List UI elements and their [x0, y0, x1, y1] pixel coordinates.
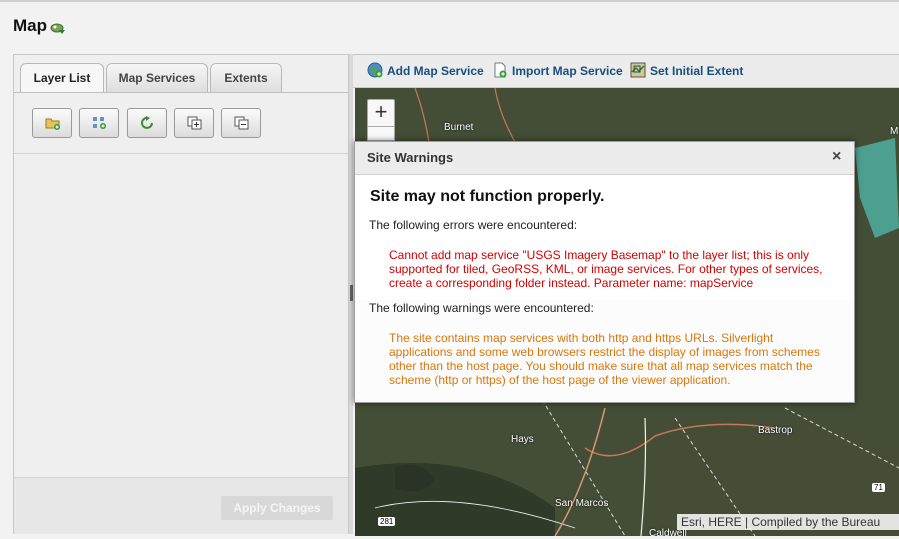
apply-changes-button[interactable]: Apply Changes	[221, 496, 333, 520]
add-folder-button[interactable]	[32, 108, 72, 138]
error-message: Cannot add map service "USGS Imagery Bas…	[389, 248, 823, 290]
dialog-header: Site Warnings ×	[355, 142, 854, 175]
map-label-hays: Hays	[511, 434, 534, 445]
layer-panel: Layer List Map Services Extents Apply Ch…	[13, 54, 349, 534]
map-label-m: M	[890, 126, 899, 137]
refresh-button[interactable]	[127, 108, 167, 138]
dialog-heading: Site may not function properly.	[370, 188, 605, 205]
zoom-in-button[interactable]: +	[367, 99, 395, 127]
tab-map-services[interactable]: Map Services	[106, 63, 208, 92]
dialog-title: Site Warnings	[367, 150, 454, 165]
page-title: Map	[13, 16, 47, 35]
map-label-bastrop: Bastrop	[758, 425, 793, 436]
map-label-san-marcos: San Marcos	[555, 498, 609, 509]
top-border	[0, 0, 899, 2]
route-shield-281: 281	[378, 517, 396, 526]
collapse-all-icon	[234, 116, 249, 130]
route-shield-71: 71	[872, 483, 885, 492]
tab-divider	[14, 92, 348, 93]
import-document-icon	[494, 62, 507, 78]
add-layer-group-button[interactable]	[79, 108, 119, 138]
panel-footer: Apply Changes	[14, 477, 348, 534]
add-layer-group-icon	[93, 117, 106, 129]
map-extent-icon	[630, 62, 646, 78]
zoom-out-button[interactable]	[367, 127, 395, 141]
map-attribution: Esri, HERE | Compiled by the Bureau	[677, 514, 899, 530]
import-map-service-label: Import Map Service	[512, 64, 623, 78]
errors-label: The following errors were encountered:	[369, 218, 578, 232]
tab-layer-list[interactable]: Layer List	[20, 63, 104, 93]
panel-divider	[14, 153, 348, 154]
site-warnings-dialog: Site Warnings × Site may not function pr…	[354, 141, 855, 403]
splitter-grip[interactable]	[350, 285, 353, 301]
set-initial-extent-label: Set Initial Extent	[650, 64, 744, 78]
tab-extents[interactable]: Extents	[210, 63, 282, 92]
expand-all-button[interactable]	[174, 108, 214, 138]
globe-add-icon	[367, 62, 383, 78]
map-link-icon[interactable]	[50, 22, 66, 36]
map-label-burnet: Burnet	[444, 122, 474, 133]
refresh-icon	[141, 116, 153, 129]
warning-message: The site contains map services with both…	[389, 331, 820, 387]
warnings-label: The following warnings were encountered:	[369, 301, 594, 315]
expand-all-icon	[187, 116, 202, 130]
close-icon[interactable]: ×	[832, 148, 841, 166]
map-toolbar: Add Map Service Import Map Service Set I…	[353, 54, 899, 88]
add-map-service-label: Add Map Service	[387, 64, 484, 78]
collapse-all-button[interactable]	[221, 108, 261, 138]
add-folder-icon	[45, 118, 60, 130]
